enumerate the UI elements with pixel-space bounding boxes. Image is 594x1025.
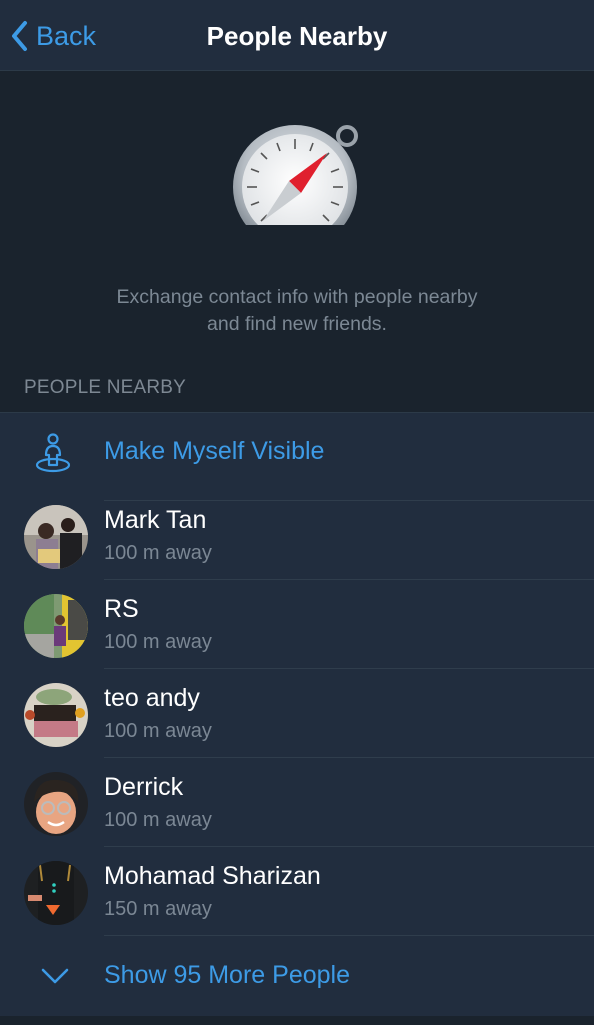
description-line-1: Exchange contact info with people nearby bbox=[116, 286, 478, 308]
person-name: Mohamad Sharizan bbox=[104, 862, 321, 890]
divider bbox=[104, 668, 594, 669]
person-distance: 100 m away bbox=[104, 809, 212, 831]
person-distance: 100 m away bbox=[104, 542, 212, 564]
person-name: RS bbox=[104, 595, 139, 623]
person-name: Derrick bbox=[104, 773, 184, 801]
person-name: teo andy bbox=[104, 684, 200, 712]
list-item[interactable]: Mark Tan 100 m away bbox=[0, 492, 594, 580]
divider bbox=[104, 846, 594, 847]
list-item[interactable]: Mohamad Sharizan 150 m away bbox=[0, 848, 594, 936]
make-visible-label: Make Myself Visible bbox=[104, 437, 325, 465]
avatar bbox=[24, 772, 88, 836]
avatar bbox=[24, 594, 88, 658]
divider bbox=[104, 757, 594, 758]
compass-icon bbox=[233, 125, 358, 225]
person-distance: 150 m away bbox=[104, 898, 212, 920]
navigation-bar: Back People Nearby bbox=[0, 0, 594, 71]
divider bbox=[104, 579, 594, 580]
avatar bbox=[24, 505, 88, 569]
section-header: PEOPLE NEARBY bbox=[24, 377, 187, 398]
list-item[interactable]: teo andy 100 m away bbox=[0, 670, 594, 758]
avatar bbox=[24, 861, 88, 925]
list-item[interactable]: RS 100 m away bbox=[0, 581, 594, 669]
avatar bbox=[24, 683, 88, 747]
people-list: Make Myself Visible Mark Tan 100 m away … bbox=[0, 412, 594, 1017]
make-visible-button[interactable]: Make Myself Visible bbox=[0, 413, 594, 501]
divider bbox=[104, 935, 594, 936]
description: Exchange contact info with people nearby… bbox=[0, 284, 594, 338]
chevron-down-icon bbox=[41, 968, 69, 984]
page-title: People Nearby bbox=[206, 21, 388, 51]
person-distance: 100 m away bbox=[104, 631, 212, 653]
person-location-icon bbox=[35, 433, 71, 473]
show-more-label: Show 95 More People bbox=[104, 961, 350, 989]
person-distance: 100 m away bbox=[104, 720, 212, 742]
description-line-2: and find new friends. bbox=[207, 313, 387, 335]
bottom-background bbox=[0, 1016, 594, 1024]
list-item[interactable]: Derrick 100 m away bbox=[0, 759, 594, 847]
show-more-button[interactable]: Show 95 More People bbox=[0, 937, 594, 1025]
person-name: Mark Tan bbox=[104, 506, 207, 534]
